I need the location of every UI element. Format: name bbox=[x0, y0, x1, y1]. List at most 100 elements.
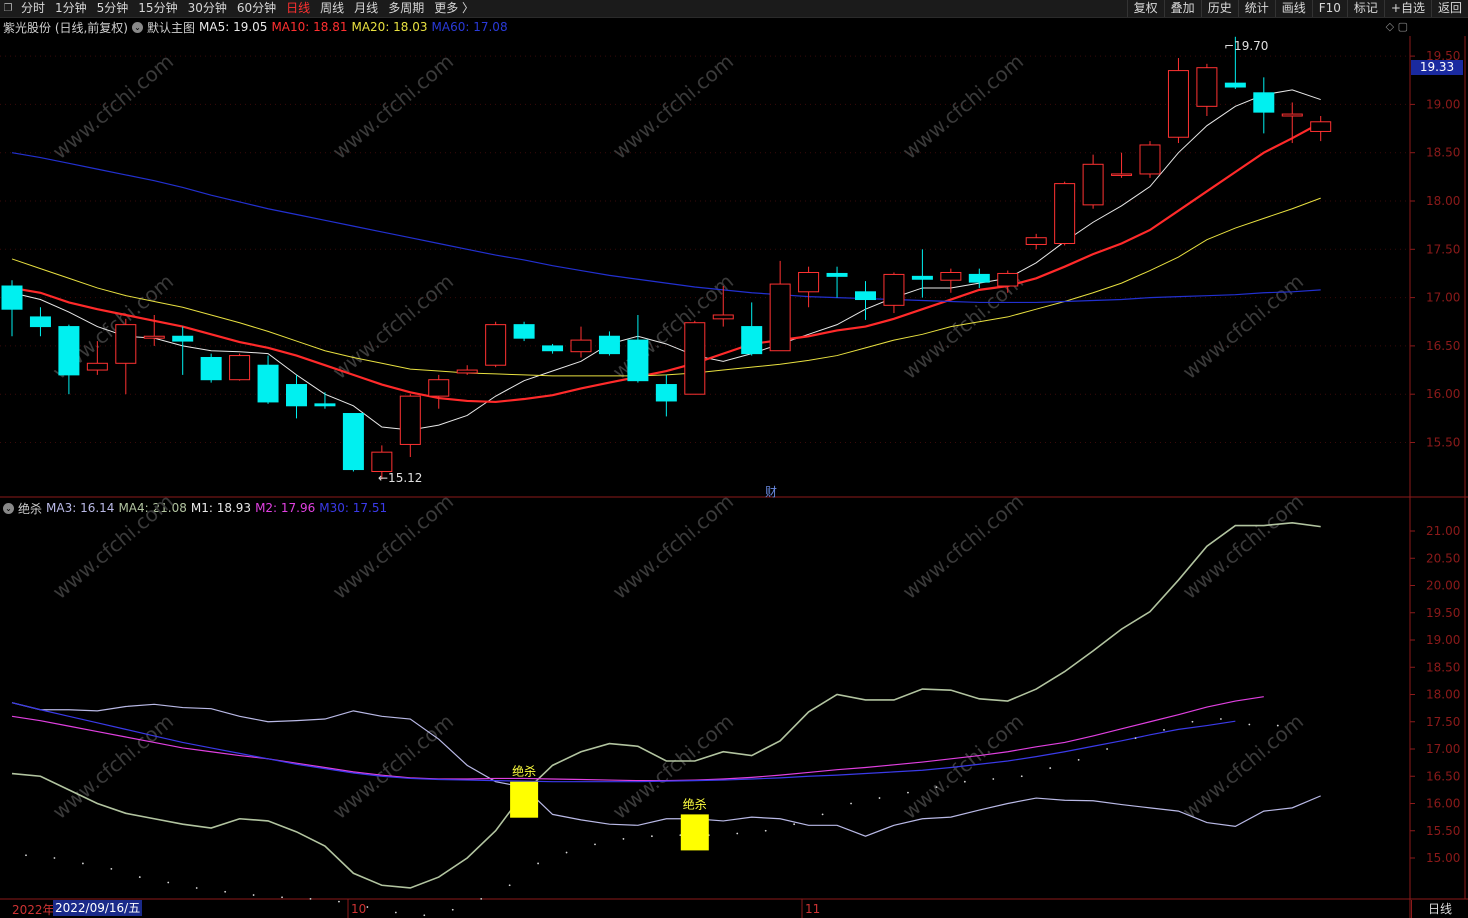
candle-body bbox=[1253, 92, 1275, 113]
m1-dot bbox=[1049, 767, 1052, 769]
y-tick-label: 17.00 bbox=[1426, 291, 1460, 305]
candle-body bbox=[399, 395, 421, 445]
watermark-text: www.cfchi.com bbox=[608, 709, 738, 824]
m1-dot bbox=[1134, 737, 1137, 739]
signal-box bbox=[680, 814, 709, 851]
m1-dot bbox=[1220, 718, 1222, 720]
month-label: 11 bbox=[805, 902, 820, 916]
m1-dot bbox=[338, 900, 340, 903]
m1-dot bbox=[281, 896, 283, 899]
watermark-text: www.cfchi.com bbox=[1178, 269, 1308, 384]
m1-dot bbox=[451, 908, 454, 911]
candle-body bbox=[883, 273, 905, 306]
m1-dot bbox=[1163, 729, 1165, 731]
m1-dot bbox=[565, 851, 568, 854]
m1-dot bbox=[25, 854, 27, 857]
watermark-text: www.cfchi.com bbox=[608, 49, 738, 164]
y-tick-label: 19.50 bbox=[1426, 49, 1460, 63]
watermark-text: www.cfchi.com bbox=[608, 489, 738, 604]
watermark-text: www.cfchi.com bbox=[48, 49, 178, 164]
candle-body bbox=[342, 413, 364, 471]
m1-dot bbox=[764, 829, 767, 832]
m1-dot bbox=[480, 897, 483, 900]
watermark-text: www.cfchi.com bbox=[898, 49, 1028, 164]
candle-body bbox=[115, 324, 137, 364]
y-tick-label: 16.00 bbox=[1426, 387, 1460, 401]
m1-dot bbox=[309, 897, 312, 900]
m1-dot bbox=[594, 843, 596, 846]
m1-dot bbox=[793, 823, 796, 826]
candle-body bbox=[314, 403, 336, 407]
candle-body bbox=[1139, 144, 1161, 175]
candle-body bbox=[286, 384, 307, 407]
m1-dot bbox=[878, 797, 881, 799]
m1-dot bbox=[167, 881, 170, 884]
candle-body bbox=[229, 355, 251, 381]
m1-dot bbox=[935, 786, 938, 789]
candle-body bbox=[1111, 173, 1133, 176]
candle-body bbox=[911, 275, 933, 280]
y-tick-label: 15.50 bbox=[1426, 824, 1460, 838]
indicator-line-m30 bbox=[11, 702, 1236, 783]
candle-body bbox=[570, 339, 592, 353]
m1-dot bbox=[1276, 724, 1279, 727]
m1-dot bbox=[850, 802, 852, 805]
indicator-line-ma4 bbox=[11, 522, 1321, 889]
y-tick-label: 15.50 bbox=[1426, 436, 1460, 450]
candle-body bbox=[655, 384, 677, 402]
m1-dot bbox=[224, 890, 227, 893]
candle-body bbox=[1196, 67, 1218, 107]
m1-dot bbox=[252, 894, 255, 896]
low-price-label: ←15.12 bbox=[378, 471, 422, 485]
m1-dot bbox=[1077, 759, 1080, 761]
signal-label: 绝杀 bbox=[512, 764, 536, 779]
m1-dot bbox=[622, 838, 625, 840]
y-tick-label: 18.50 bbox=[1426, 146, 1460, 160]
month-label: 10 bbox=[351, 902, 366, 916]
candle-body bbox=[769, 283, 791, 352]
m1-dot bbox=[537, 862, 539, 865]
candle-body bbox=[58, 326, 80, 376]
candle-body bbox=[542, 345, 564, 352]
m1-dot bbox=[1191, 720, 1194, 723]
watermark-text: www.cfchi.com bbox=[328, 709, 458, 824]
watermark-text: www.cfchi.com bbox=[328, 49, 458, 164]
candle-body bbox=[456, 369, 478, 374]
m1-dot bbox=[1248, 723, 1251, 726]
candle-body bbox=[1167, 70, 1189, 138]
candle-body bbox=[29, 316, 51, 328]
candle-body bbox=[968, 273, 990, 283]
y-tick-label: 19.00 bbox=[1426, 633, 1460, 647]
event-marker: 财 bbox=[765, 485, 777, 499]
y-tick-label: 17.00 bbox=[1426, 742, 1460, 756]
candle-body bbox=[485, 324, 507, 366]
high-price-label: ⌐19.70 bbox=[1224, 39, 1268, 53]
candle-body bbox=[428, 379, 450, 397]
m1-dot bbox=[394, 911, 397, 914]
signal-label: 绝杀 bbox=[683, 796, 707, 811]
candle-body bbox=[1082, 163, 1104, 206]
y-tick-label: 18.00 bbox=[1426, 194, 1460, 208]
candle-body bbox=[1025, 237, 1047, 245]
y-tick-label: 19.50 bbox=[1426, 606, 1460, 620]
y-tick-label: 16.50 bbox=[1426, 339, 1460, 353]
candle-body bbox=[684, 322, 706, 395]
y-tick-label: 21.00 bbox=[1426, 524, 1460, 538]
ma-line-ma20 bbox=[11, 197, 1321, 377]
m1-dot bbox=[508, 884, 511, 887]
y-tick-label: 16.50 bbox=[1426, 769, 1460, 783]
m1-dot bbox=[53, 857, 56, 859]
m1-dot bbox=[423, 914, 426, 917]
y-tick-label: 17.50 bbox=[1426, 715, 1460, 729]
m1-dot bbox=[82, 862, 84, 865]
candle-body bbox=[86, 362, 108, 371]
watermark-text: www.cfchi.com bbox=[328, 269, 458, 384]
candle-body bbox=[741, 326, 763, 355]
candle-body bbox=[627, 339, 649, 382]
y-tick-label: 20.50 bbox=[1426, 551, 1460, 565]
m1-dot bbox=[963, 780, 966, 783]
candle-body bbox=[1281, 113, 1303, 117]
m1-dot bbox=[651, 835, 653, 838]
chart-canvas[interactable]: www.cfchi.com www.cfchi.com www.cfchi.com w… bbox=[0, 0, 1468, 918]
m1-dot bbox=[1106, 748, 1108, 750]
